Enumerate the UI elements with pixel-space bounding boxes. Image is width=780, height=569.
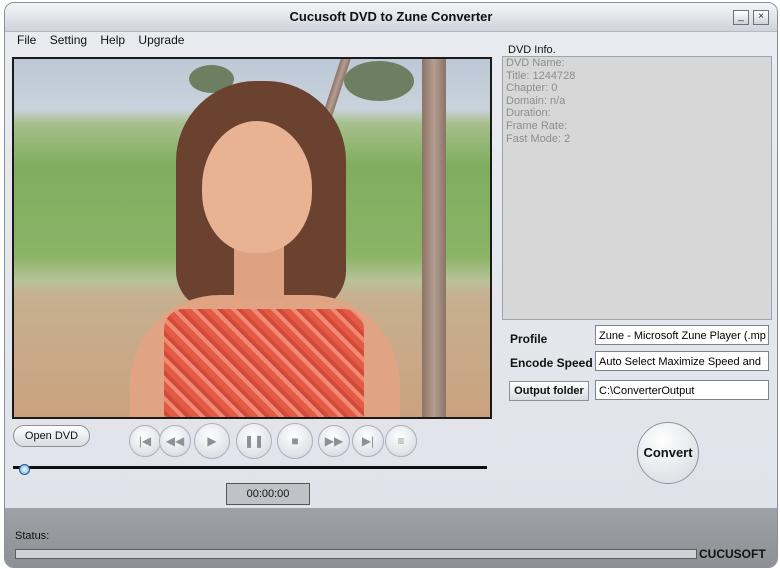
dvd-info-panel: DVD Name: Title: 1244728 Chapter: 0 Doma… [502,56,772,320]
menu-bar: File Setting Help Upgrade [17,33,194,51]
menu-setting[interactable]: Setting [50,33,87,47]
swing-pole [422,59,446,417]
window-title: Cucusoft DVD to Zune Converter [289,9,493,24]
minimize-icon[interactable]: _ [733,10,749,25]
menu-file[interactable]: File [17,33,36,47]
fast-forward-icon[interactable]: ▶▶ [318,425,350,457]
subject-face [202,121,312,253]
dvd-info-line: Frame Rate: [506,119,568,132]
brand-logo: CUCUSOFT [699,547,766,561]
dvd-info-line: Domain: n/a [506,94,566,107]
menu-list-icon[interactable]: ≡ [385,425,417,457]
output-folder-field[interactable]: C:\ConverterOutput [595,380,769,400]
title-bar: Cucusoft DVD to Zune Converter _ × [5,3,777,32]
profile-label: Profile [510,332,548,346]
convert-button[interactable]: Convert [637,422,699,484]
dvd-info-line: Chapter: 0 [506,82,558,95]
dvd-info-label: DVD Info. [508,44,556,56]
dvd-info-line: Fast Mode: 2 [506,132,571,145]
stop-icon[interactable]: ■ [277,423,313,459]
output-folder-button[interactable]: Output folder [509,381,589,401]
encode-speed-field[interactable]: Auto Select Maximize Speed and [595,351,769,371]
tree-shape [344,61,414,101]
dvd-info-line: Title: 1244728 [506,69,576,82]
close-icon[interactable]: × [753,10,769,25]
rewind-icon[interactable]: ◀◀ [159,425,191,457]
status-label: Status: [15,530,50,542]
subject-dress [164,309,364,417]
convert-label: Convert [643,445,693,460]
encode-speed-label: Encode Speed [510,356,593,370]
time-display: 00:00:00 [226,483,310,505]
menu-help[interactable]: Help [100,33,125,47]
open-dvd-button[interactable]: Open DVD [13,425,90,447]
menu-upgrade[interactable]: Upgrade [138,33,184,47]
skip-first-icon[interactable]: |◀ [129,425,161,457]
seek-track[interactable] [13,466,487,469]
profile-field[interactable]: Zune - Microsoft Zune Player (.mp [595,325,769,345]
dvd-info-line: DVD Name: [506,57,565,69]
play-icon[interactable]: ▶ [194,423,230,459]
status-bar [15,549,697,559]
dvd-info-line: Duration: [506,107,551,120]
video-preview [12,57,492,419]
seek-handle[interactable] [19,464,30,475]
app-window: Cucusoft DVD to Zune Converter _ × File … [4,2,778,568]
skip-last-icon[interactable]: ▶| [352,425,384,457]
pause-icon[interactable]: ❚❚ [236,423,272,459]
